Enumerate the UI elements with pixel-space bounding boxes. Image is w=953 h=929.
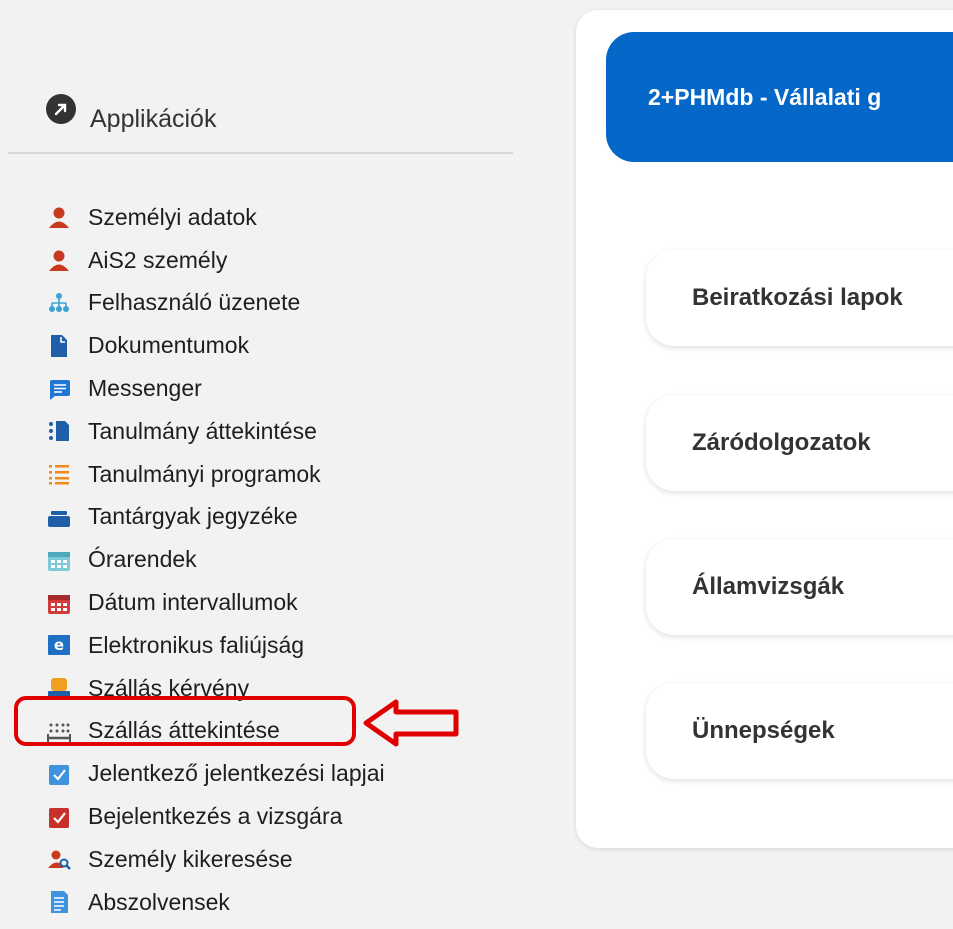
menu-item-tantargyak-jegyzeke[interactable]: Tantárgyak jegyzéke — [46, 496, 385, 539]
menu-item-label: Tanulmányi programok — [88, 460, 321, 487]
person-search-icon — [46, 846, 72, 872]
svg-text:e: e — [54, 636, 64, 654]
menu-item-label: Abszolvensek — [88, 888, 230, 915]
menu-item-label: Jelentkező jelentkezési lapjai — [88, 760, 385, 787]
study-overview-icon — [46, 418, 72, 444]
apps-header: Applikációk — [46, 83, 216, 134]
menu-item-tanulmanyi-programok[interactable]: Tanulmányi programok — [46, 453, 385, 496]
menu-item-label: Személyi adatok — [88, 203, 257, 230]
annotation-highlight-box — [14, 696, 356, 746]
menu-item-datum-intervallumok[interactable]: Dátum intervallumok — [46, 581, 385, 624]
menu-item-label: Személy kikeresése — [88, 845, 293, 872]
person-red-icon — [46, 247, 72, 273]
menu-item-szemely-kikeresese[interactable]: Személy kikeresése — [46, 838, 385, 881]
banner-title: 2+PHMdb - Vállalati g — [648, 83, 882, 110]
card-label: Államvizsgák — [692, 573, 845, 600]
person-red-icon — [46, 204, 72, 230]
e-board-icon: e — [46, 632, 72, 658]
menu-item-orarendek[interactable]: Órarendek — [46, 538, 385, 581]
calendar-icon — [46, 547, 72, 573]
menu-item-dokumentumok[interactable]: Dokumentumok — [46, 324, 385, 367]
org-chart-icon — [46, 290, 72, 316]
menu-item-label: Dokumentumok — [88, 332, 250, 359]
menu-item-label: Felhasználó üzenete — [88, 289, 301, 316]
menu-item-label: Messenger — [88, 375, 202, 402]
list-icon — [46, 461, 72, 487]
menu-item-felhasznalo-uzenete[interactable]: Felhasználó üzenete — [46, 282, 385, 325]
menu-item-bejelentkezes-a-vizsgara[interactable]: Bejelentkezés a vizsgára — [46, 795, 385, 838]
menu-item-label: Elektronikus faliújság — [88, 631, 305, 658]
menu-item-messenger[interactable]: Messenger — [46, 367, 385, 410]
card-label: Beiratkozási lapok — [692, 284, 903, 311]
menu-item-label: Tantárgyak jegyzéke — [88, 503, 298, 530]
card-label: Záródolgozatok — [692, 429, 871, 456]
card-beiratkozasi-lapok[interactable]: Beiratkozási lapok — [646, 250, 953, 346]
apps-title: Applikációk — [90, 105, 217, 133]
menu-item-label: Dátum intervallumok — [88, 589, 298, 616]
menu-item-label: Órarendek — [88, 546, 197, 573]
page-icon — [46, 889, 72, 915]
app-banner[interactable]: 2+PHMdb - Vállalati g — [606, 32, 953, 162]
checkbox-blue-icon — [46, 761, 72, 787]
menu-item-szemelyi-adatok[interactable]: Személyi adatok — [46, 196, 385, 239]
menu-item-jelentkezo-jelentkezesi-lapjai[interactable]: Jelentkező jelentkezési lapjai — [46, 752, 385, 795]
menu-item-label: Tanulmány áttekintése — [88, 417, 317, 444]
menu-item-elektronikus-faliujsag[interactable]: e Elektronikus faliújság — [46, 624, 385, 667]
menu-item-label: Bejelentkezés a vizsgára — [88, 803, 343, 830]
menu-item-ais2-szemely[interactable]: AiS2 személy — [46, 239, 385, 282]
annotation-arrow-icon — [363, 699, 459, 747]
card-unnepsegek[interactable]: Ünnepségek — [646, 683, 953, 779]
stack-icon — [46, 504, 72, 530]
card-allamvizsgak[interactable]: Államvizsgák — [646, 539, 953, 635]
app-menu: Személyi adatok AiS2 személy Felhasználó… — [46, 196, 385, 924]
menu-item-label: AiS2 személy — [88, 246, 228, 273]
card-zarodolgozatok[interactable]: Záródolgozatok — [646, 395, 953, 491]
external-arrow-icon — [46, 93, 76, 124]
menu-item-abszolvensek[interactable]: Abszolvensek — [46, 881, 385, 924]
checkbox-red-icon — [46, 804, 72, 830]
calendar-red-icon — [46, 590, 72, 616]
card-label: Ünnepségek — [692, 717, 835, 744]
document-icon — [46, 333, 72, 359]
menu-item-tanulmany-attekintese[interactable]: Tanulmány áttekintése — [46, 410, 385, 453]
chat-icon — [46, 376, 72, 402]
divider — [8, 152, 513, 154]
